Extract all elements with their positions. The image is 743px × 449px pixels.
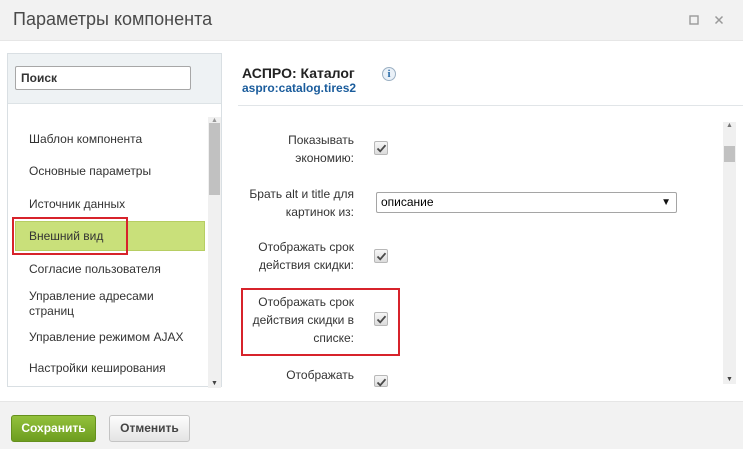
component-code: aspro:catalog.tires2	[242, 81, 357, 95]
save-button[interactable]: Сохранить	[11, 415, 96, 442]
select-alt-title-source[interactable]: описание ▼	[376, 192, 677, 213]
option-label-discount-period: Отображать срок действия скидки:	[258, 240, 354, 272]
search-bar	[8, 54, 221, 104]
highlight-frame-discount-list	[241, 288, 400, 356]
sidebar-item-template[interactable]: Шаблон компонента	[29, 132, 199, 147]
scroll-down-arrow-icon[interactable]: ▼	[726, 376, 733, 383]
info-icon[interactable]: i	[382, 67, 396, 81]
sections-panel: Шаблон компонента Основные параметры Ист…	[7, 53, 222, 388]
parameters-panel: АСПРО: Каталог i aspro:catalog.tires2 По…	[232, 53, 743, 387]
dialog-footer: Сохранить Отменить	[0, 401, 743, 449]
option-label-show-economy: Показывать экономию:	[288, 133, 354, 165]
close-icon[interactable]	[711, 13, 727, 29]
option-label-alt-title: Брать alt и title для картинок из:	[249, 187, 354, 219]
parameters-scrollbar[interactable]: ▲ ▼	[723, 122, 736, 384]
cancel-button[interactable]: Отменить	[109, 415, 190, 442]
scroll-down-arrow-icon[interactable]: ▼	[211, 380, 218, 387]
scrollbar-thumb[interactable]	[209, 123, 220, 195]
scroll-up-arrow-icon[interactable]: ▲	[726, 122, 733, 129]
sidebar-item-data-source[interactable]: Источник данных	[29, 197, 199, 212]
sidebar-item-main-params[interactable]: Основные параметры	[29, 164, 199, 179]
sidebar-scrollbar[interactable]: ▲ ▼	[208, 117, 221, 388]
search-input[interactable]	[15, 66, 191, 90]
option-label-display: Отображать	[286, 368, 354, 382]
scrollbar-thumb[interactable]	[724, 146, 735, 162]
sidebar-item-url-management[interactable]: Управление адресами страниц	[29, 289, 179, 319]
highlight-frame-appearance	[12, 217, 128, 255]
chevron-down-icon: ▼	[661, 197, 671, 208]
checkbox-discount-period[interactable]	[374, 249, 388, 263]
component-title: АСПРО: Каталог	[242, 65, 355, 81]
select-value: описание	[381, 195, 434, 209]
expand-icon[interactable]	[686, 13, 702, 29]
dialog-title: Параметры компонента	[13, 9, 213, 29]
divider	[238, 105, 743, 106]
checkbox-display[interactable]	[374, 375, 388, 387]
sidebar-item-caching[interactable]: Настройки кеширования	[29, 361, 199, 376]
checkbox-show-economy[interactable]	[374, 141, 388, 155]
sidebar-item-ajax-mode[interactable]: Управление режимом AJAX	[29, 330, 199, 345]
dialog-titlebar: Параметры компонента	[0, 0, 743, 41]
sidebar-item-user-consent[interactable]: Согласие пользователя	[29, 262, 199, 277]
